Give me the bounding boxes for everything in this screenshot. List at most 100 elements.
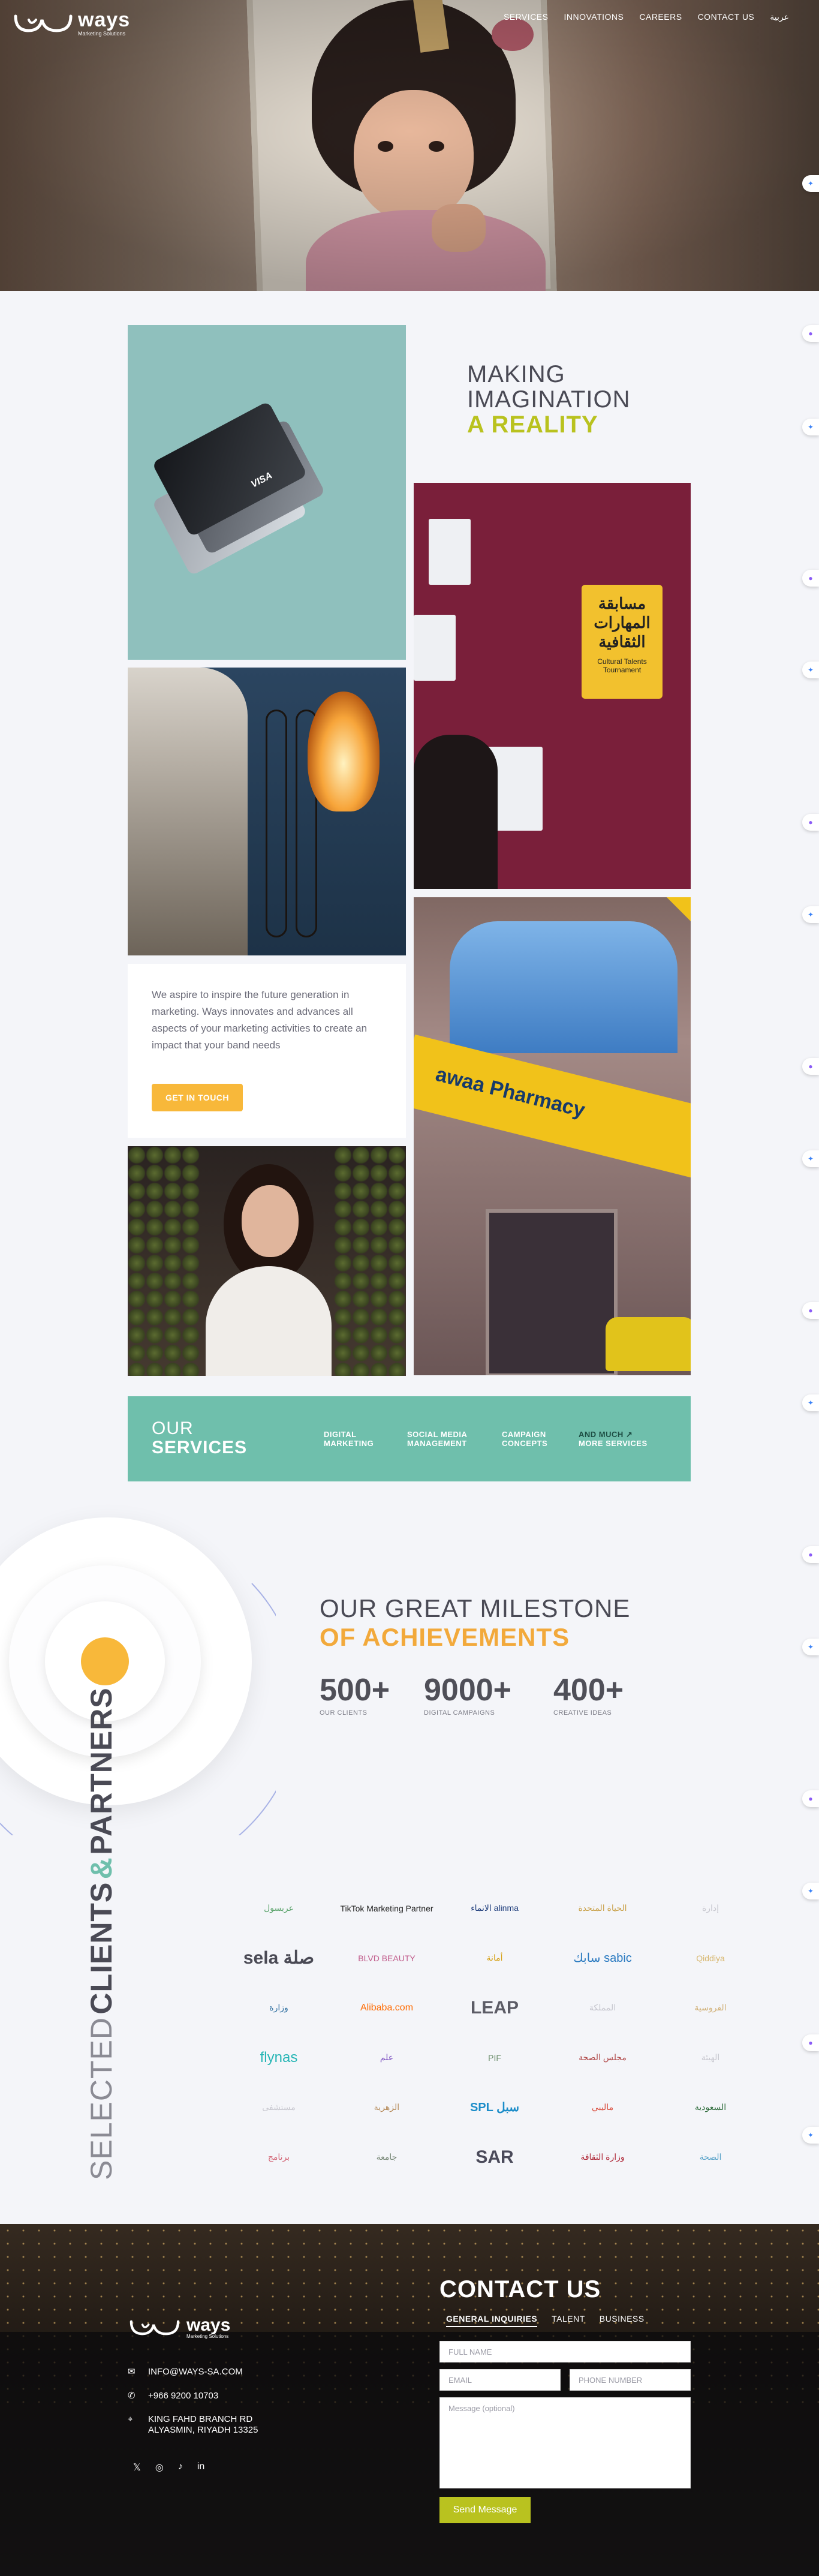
send-message-button[interactable]: Send Message <box>439 2497 531 2523</box>
client-logo: الحياة المتحدة <box>578 1903 627 1913</box>
client-logo: الهيئة <box>701 2052 720 2062</box>
footer-address: ⌖ KING FAHD BRANCH RD ALYASMIN, RIYADH 1… <box>128 2414 308 2436</box>
side-chat-icon[interactable]: ● <box>802 1546 819 1563</box>
stat-value: 9000+ <box>424 1673 512 1708</box>
side-share-icon[interactable]: ✦ <box>802 1639 819 1655</box>
project-tile-pharmacy[interactable]: awaa Pharmacy <box>414 897 691 1375</box>
footer-phone[interactable]: ✆ +966 9200 10703 <box>128 2391 308 2401</box>
footer-brand-tagline: Marketing Solutions <box>186 2334 229 2339</box>
side-chat-icon[interactable]: ● <box>802 325 819 342</box>
side-chat-icon[interactable]: ● <box>802 814 819 831</box>
menu-innovations[interactable]: INNOVATIONS <box>564 12 624 22</box>
instagram-icon[interactable]: ◎ <box>155 2461 164 2473</box>
project-tile-cards[interactable]: VISA <box>128 325 406 660</box>
client-logo: LEAP <box>470 1997 519 2018</box>
top-nav: ways Marketing Solutions SERVICES INNOVA… <box>0 0 819 42</box>
client-logo: sela صلة <box>243 1948 315 1968</box>
linkedin-icon[interactable]: in <box>197 2461 204 2473</box>
social-links: 𝕏 ◎ ♪ in <box>133 2461 204 2473</box>
tiktok-icon[interactable]: ♪ <box>178 2461 183 2473</box>
contact-tabs: GENERAL INQUIRIES TALENT BUSINESS <box>446 2314 645 2327</box>
full-name-field[interactable]: FULL NAME <box>439 2341 691 2362</box>
side-share-icon[interactable]: ✦ <box>802 2127 819 2144</box>
project-tile-girl[interactable] <box>128 1146 406 1376</box>
pharmacy-sign-text: awaa Pharmacy <box>433 1062 588 1122</box>
client-logo-grid: عربسول TikTok Marketing Partner الانماء … <box>225 1883 764 2182</box>
brand-name: ways <box>78 8 131 31</box>
client-logo: SAR <box>475 2147 514 2167</box>
client-logo: سابك sabic <box>573 1952 632 1965</box>
client-logo: PIF <box>488 2052 501 2063</box>
client-logo: برنامج <box>267 2152 290 2162</box>
side-share-icon[interactable]: ✦ <box>802 1150 819 1167</box>
tab-business[interactable]: BUSINESS <box>600 2314 645 2327</box>
service-social-media[interactable]: SOCIAL MEDIA MANAGEMENT <box>407 1430 467 1448</box>
menu-contact-us[interactable]: CONTACT US <box>698 12 755 22</box>
side-chat-icon[interactable]: ● <box>802 1790 819 1807</box>
ways-logo-icon <box>130 2320 180 2335</box>
footer-address-line-2: ALYASMIN, RIYADH 13325 <box>148 2425 258 2435</box>
menu-careers[interactable]: CAREERS <box>639 12 682 22</box>
milestone-title: OUR GREAT MILESTONE OF ACHIEVEMENTS <box>320 1594 630 1652</box>
brand-tagline: Marketing Solutions <box>78 31 126 37</box>
clients-title: SELECTED CLIENTS & PARTNERS <box>84 1687 119 2180</box>
client-logo: وزارة الثقافة <box>580 2152 625 2162</box>
tab-general-inquiries[interactable]: GENERAL INQUIRIES <box>446 2314 538 2327</box>
stat-campaigns: 9000+ DIGITAL CAMPAIGNS <box>424 1673 511 1718</box>
client-logo: الزهرية <box>374 2102 400 2112</box>
service-digital-marketing[interactable]: DIGITAL MARKETING <box>324 1430 374 1448</box>
client-logo: الانماء alinma <box>471 1903 519 1913</box>
phone-field[interactable]: PHONE NUMBER <box>570 2369 691 2391</box>
client-logo: ماليبي <box>591 2102 614 2112</box>
menu-language-toggle[interactable]: عربية <box>770 12 789 22</box>
client-logo: وزارة <box>269 2003 288 2012</box>
service-more[interactable]: AND MUCH ↗ MORE SERVICES <box>579 1430 648 1448</box>
email-field[interactable]: EMAIL <box>439 2369 561 2391</box>
intro-text: We aspire to inspire the future generati… <box>152 989 368 1051</box>
side-chat-icon[interactable]: ● <box>802 2034 819 2051</box>
services-bar: OUR SERVICES DIGITAL MARKETING SOCIAL ME… <box>128 1396 691 1481</box>
side-share-icon[interactable]: ✦ <box>802 906 819 923</box>
side-share-icon[interactable]: ✦ <box>802 1883 819 1899</box>
clients-word-partners: PARTNERS <box>85 1687 118 1855</box>
client-logo: Qiddiya <box>696 1953 725 1963</box>
milestone-title-2: OF ACHIEVEMENTS <box>320 1623 570 1651</box>
service-campaign-concepts[interactable]: CAMPAIGN CONCEPTS <box>502 1430 547 1448</box>
footer-address-line-1: KING FAHD BRANCH RD <box>148 2414 253 2424</box>
milestone-title-1: OUR GREAT MILESTONE <box>320 1594 631 1622</box>
brand-logo[interactable]: ways Marketing Solutions <box>13 10 130 37</box>
side-chat-icon[interactable]: ● <box>802 570 819 587</box>
footer-logo[interactable]: ways Marketing Solutions <box>128 2316 230 2339</box>
client-logo: Alibaba.com <box>360 2002 414 2013</box>
client-logo: أمانة <box>486 1953 503 1962</box>
get-in-touch-button[interactable]: GET IN TOUCH <box>152 1084 243 1111</box>
intro-card: We aspire to inspire the future generati… <box>128 964 406 1138</box>
side-chat-icon[interactable]: ● <box>802 1302 819 1319</box>
project-tile-torch[interactable] <box>128 668 406 955</box>
footer-email[interactable]: ✉ INFO@WAYS-SA.COM <box>128 2367 308 2377</box>
stat-value: 500+ <box>320 1673 390 1708</box>
client-logo: المملكة <box>589 2003 616 2012</box>
clients-word-selected: SELECTED <box>85 2017 118 2180</box>
side-share-icon[interactable]: ✦ <box>802 662 819 678</box>
clients-word-clients: CLIENTS <box>85 1881 118 2015</box>
side-chat-icon[interactable]: ● <box>802 1058 819 1075</box>
main-menu: SERVICES INNOVATIONS CAREERS CONTACT US … <box>504 12 789 22</box>
client-logo: السعودية <box>694 2102 727 2112</box>
client-logo: TikTok Marketing Partner <box>340 1903 433 1913</box>
poster-sign: مسابقة المهارات الثقافية Cultural Talent… <box>582 585 663 699</box>
project-tile-cultural-talents[interactable]: مسابقة المهارات الثقافية Cultural Talent… <box>414 483 691 889</box>
side-share-icon[interactable]: ✦ <box>802 1394 819 1411</box>
pharmacy-sign: awaa Pharmacy <box>414 1034 691 1180</box>
client-logo: علم <box>380 2052 394 2062</box>
side-share-icon[interactable]: ✦ <box>802 175 819 192</box>
tab-talent[interactable]: TALENT <box>552 2314 585 2327</box>
message-field[interactable]: Message (optional) <box>439 2397 691 2488</box>
services-our: OUR <box>152 1418 194 1438</box>
headline-line-1: MAKING <box>467 361 565 387</box>
side-share-icon[interactable]: ✦ <box>802 419 819 435</box>
poster-english: Cultural Talents Tournament <box>597 657 647 674</box>
x-twitter-icon[interactable]: 𝕏 <box>133 2461 141 2473</box>
client-logo: SPL سبل <box>469 2101 520 2114</box>
menu-services[interactable]: SERVICES <box>504 12 549 22</box>
